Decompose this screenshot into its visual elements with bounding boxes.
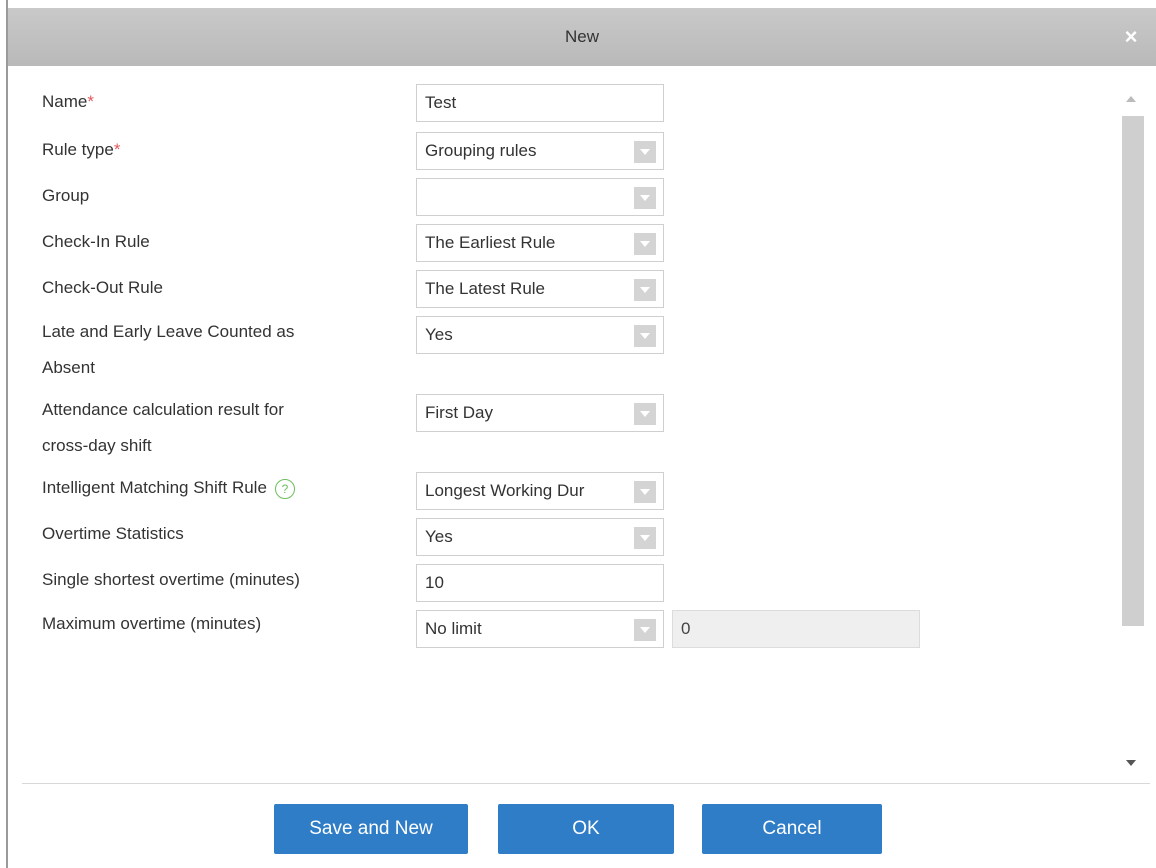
ok-button[interactable]: OK xyxy=(498,804,674,854)
cross-day-value: First Day xyxy=(425,403,493,422)
late-early-absent-label: Late and Early Leave Counted as Absent xyxy=(42,320,294,380)
group-label: Group xyxy=(42,186,90,205)
late-early-absent-label-line1: Late and Early Leave Counted as xyxy=(42,322,295,341)
dropdown-arrow-icon[interactable] xyxy=(634,403,656,425)
dropdown-arrow-icon[interactable] xyxy=(634,325,656,347)
cross-day-label: Attendance calculation result for cross-… xyxy=(42,398,284,458)
single-shortest-overtime-input[interactable]: 10 xyxy=(416,564,664,602)
cross-day-label-line2: cross-day shift xyxy=(42,436,152,455)
required-mark: * xyxy=(113,140,121,159)
intelligent-matching-value: Longest Working Dur xyxy=(425,481,585,500)
save-and-new-button[interactable]: Save and New xyxy=(274,804,468,854)
maximum-overtime-label: Maximum overtime (minutes) xyxy=(42,614,262,633)
window-edge xyxy=(0,0,8,868)
check-out-rule-value: The Latest Rule xyxy=(425,279,546,298)
name-label: Name* xyxy=(42,90,94,114)
scroll-thumb[interactable] xyxy=(1122,116,1144,626)
dropdown-arrow-icon[interactable] xyxy=(634,279,656,301)
check-out-rule-select[interactable]: The Latest Rule xyxy=(416,270,664,308)
group-select[interactable] xyxy=(416,178,664,216)
cross-day-select[interactable]: First Day xyxy=(416,394,664,432)
late-early-absent-label-line2: Absent xyxy=(42,358,95,377)
overtime-statistics-label: Overtime Statistics xyxy=(42,524,184,543)
check-in-rule-value: The Earliest Rule xyxy=(425,233,556,252)
rule-type-label: Rule type* xyxy=(42,138,120,162)
late-early-absent-value: Yes xyxy=(425,325,453,344)
form-scrollbar[interactable] xyxy=(1118,88,1144,778)
check-in-rule-select[interactable]: The Earliest Rule xyxy=(416,224,664,262)
name-input[interactable]: Test xyxy=(416,84,664,122)
rule-type-select[interactable]: Grouping rules xyxy=(416,132,664,170)
dropdown-arrow-icon[interactable] xyxy=(634,527,656,549)
help-icon[interactable]: ? xyxy=(274,478,295,499)
maximum-overtime-limit-input: 0 xyxy=(672,610,920,648)
dropdown-arrow-icon[interactable] xyxy=(634,141,656,163)
dropdown-arrow-icon[interactable] xyxy=(634,619,656,641)
overtime-statistics-select[interactable]: Yes xyxy=(416,518,664,556)
cross-day-label-line1: Attendance calculation result for xyxy=(42,400,284,419)
maximum-overtime-select[interactable]: No limit xyxy=(416,610,664,648)
dropdown-arrow-icon[interactable] xyxy=(634,233,656,255)
dropdown-arrow-icon[interactable] xyxy=(634,481,656,503)
required-mark: * xyxy=(87,92,94,111)
intelligent-matching-select[interactable]: Longest Working Dur xyxy=(416,472,664,510)
cancel-button[interactable]: Cancel xyxy=(702,804,882,854)
maximum-overtime-value: No limit xyxy=(425,619,482,638)
dropdown-arrow-icon[interactable] xyxy=(634,187,656,209)
overtime-statistics-value: Yes xyxy=(425,527,453,546)
scroll-up-arrow-icon[interactable] xyxy=(1126,96,1136,102)
name-label-text: Name xyxy=(42,92,88,111)
intelligent-matching-label: Intelligent Matching Shift Rule? xyxy=(42,476,295,500)
check-out-rule-label: Check-Out Rule xyxy=(42,278,163,297)
rule-type-label-text: Rule type xyxy=(42,140,114,159)
check-in-rule-label: Check-In Rule xyxy=(42,232,150,251)
rule-type-value: Grouping rules xyxy=(425,141,537,160)
new-rule-dialog: New × Name* Test Rule type* Grouping rul… xyxy=(8,8,1156,868)
footer-divider xyxy=(22,783,1150,784)
intelligent-matching-label-text: Intelligent Matching Shift Rule xyxy=(42,478,267,497)
dialog-titlebar: New × xyxy=(8,8,1156,66)
scroll-down-arrow-icon[interactable] xyxy=(1126,760,1136,766)
single-shortest-overtime-label: Single shortest overtime (minutes) xyxy=(42,570,300,589)
late-early-absent-select[interactable]: Yes xyxy=(416,316,664,354)
dialog-title: New xyxy=(564,27,599,46)
close-icon[interactable]: × xyxy=(1120,26,1142,48)
